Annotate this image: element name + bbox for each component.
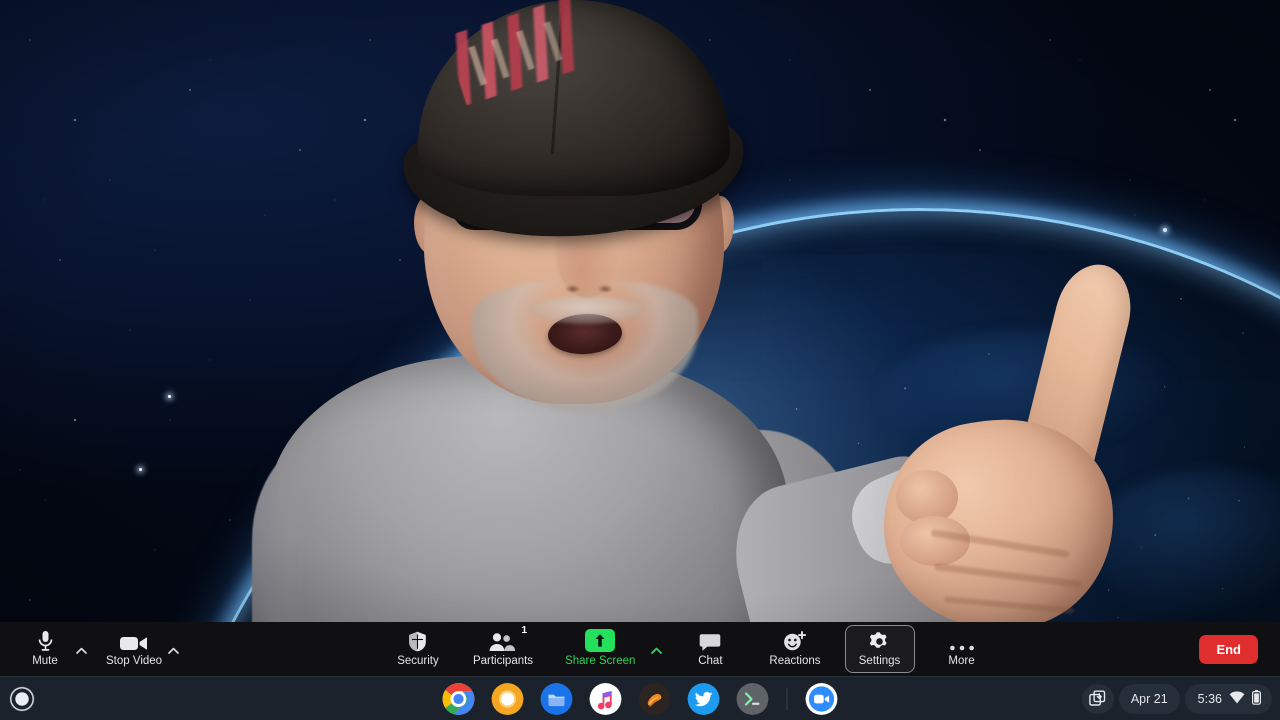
share-screen-icon (585, 628, 616, 652)
people-icon: 1 (488, 625, 527, 652)
files-icon[interactable] (540, 682, 573, 715)
more-label: More (948, 654, 975, 667)
music-icon[interactable] (589, 682, 622, 715)
security-label: Security (397, 654, 439, 667)
settings-button[interactable]: Settings (844, 625, 915, 673)
zoom-meeting-toolbar: Mute Stop Video Security 1 Participants … (0, 622, 1280, 676)
clock-text: 5:36 (1197, 691, 1222, 706)
toolbar-right-group: End (1199, 622, 1280, 676)
zoom-meeting-window: Kevin Tofel Mute (0, 0, 1280, 720)
stop-video-label: Stop Video (106, 654, 163, 667)
participants-label: Participants (472, 654, 534, 667)
nostrils (560, 282, 618, 296)
security-button[interactable]: Security (387, 623, 449, 675)
status-pill[interactable]: 5:36 (1184, 683, 1272, 714)
zoom-icon[interactable] (805, 682, 838, 715)
date-text: Apr 21 (1130, 691, 1168, 706)
terminal-icon[interactable] (736, 682, 769, 715)
knuckle (900, 516, 970, 566)
mustache (528, 296, 644, 324)
tote-downloads-icon[interactable] (1081, 683, 1114, 714)
chat-label: Chat (698, 654, 723, 667)
toolbar-center-group: Security 1 Participants Share Screen Cha… (180, 622, 1199, 676)
brown-app-icon[interactable] (638, 682, 671, 715)
battery-icon (1252, 689, 1262, 708)
share-screen-label: Share Screen (565, 654, 636, 667)
share-options-chevron-up-icon[interactable] (647, 622, 665, 674)
video-stage[interactable]: Kevin Tofel (0, 0, 1280, 676)
chromeos-shelf: Apr 21 5:36 (0, 676, 1280, 720)
shelf-app-list (442, 682, 838, 715)
participant-video-person (0, 0, 1280, 676)
camera-icon (120, 630, 148, 652)
chat-button[interactable]: Chat (679, 623, 741, 675)
reactions-smiley-plus-icon (783, 630, 807, 652)
mute-button[interactable]: Mute (14, 623, 76, 675)
twitter-icon[interactable] (687, 682, 720, 715)
settings-label: Settings (858, 654, 901, 667)
reactions-button[interactable]: Reactions (763, 623, 826, 675)
shelf-divider (786, 687, 788, 710)
share-screen-button[interactable]: Share Screen (559, 623, 641, 675)
chat-bubble-icon (699, 630, 721, 652)
chrome-icon[interactable] (442, 682, 475, 715)
microphone-icon (38, 630, 53, 652)
participants-count-badge: 1 (521, 624, 528, 636)
system-tray: Apr 21 5:36 (1081, 683, 1272, 714)
participants-button[interactable]: 1 Participants (467, 623, 539, 675)
end-meeting-button[interactable]: End (1199, 634, 1258, 664)
shield-icon (408, 630, 427, 652)
gear-icon (869, 630, 890, 652)
date-pill[interactable]: Apr 21 (1118, 683, 1180, 714)
wifi-icon (1229, 691, 1245, 707)
stop-video-button[interactable]: Stop Video (100, 623, 168, 675)
more-button[interactable]: More (931, 623, 993, 675)
reactions-label: Reactions (769, 654, 821, 667)
mute-label: Mute (32, 654, 58, 667)
chrome-canary-icon[interactable] (491, 682, 524, 715)
launcher-icon[interactable] (10, 686, 34, 711)
ellipsis-icon (949, 630, 975, 652)
toolbar-left-group: Mute Stop Video (0, 622, 180, 676)
